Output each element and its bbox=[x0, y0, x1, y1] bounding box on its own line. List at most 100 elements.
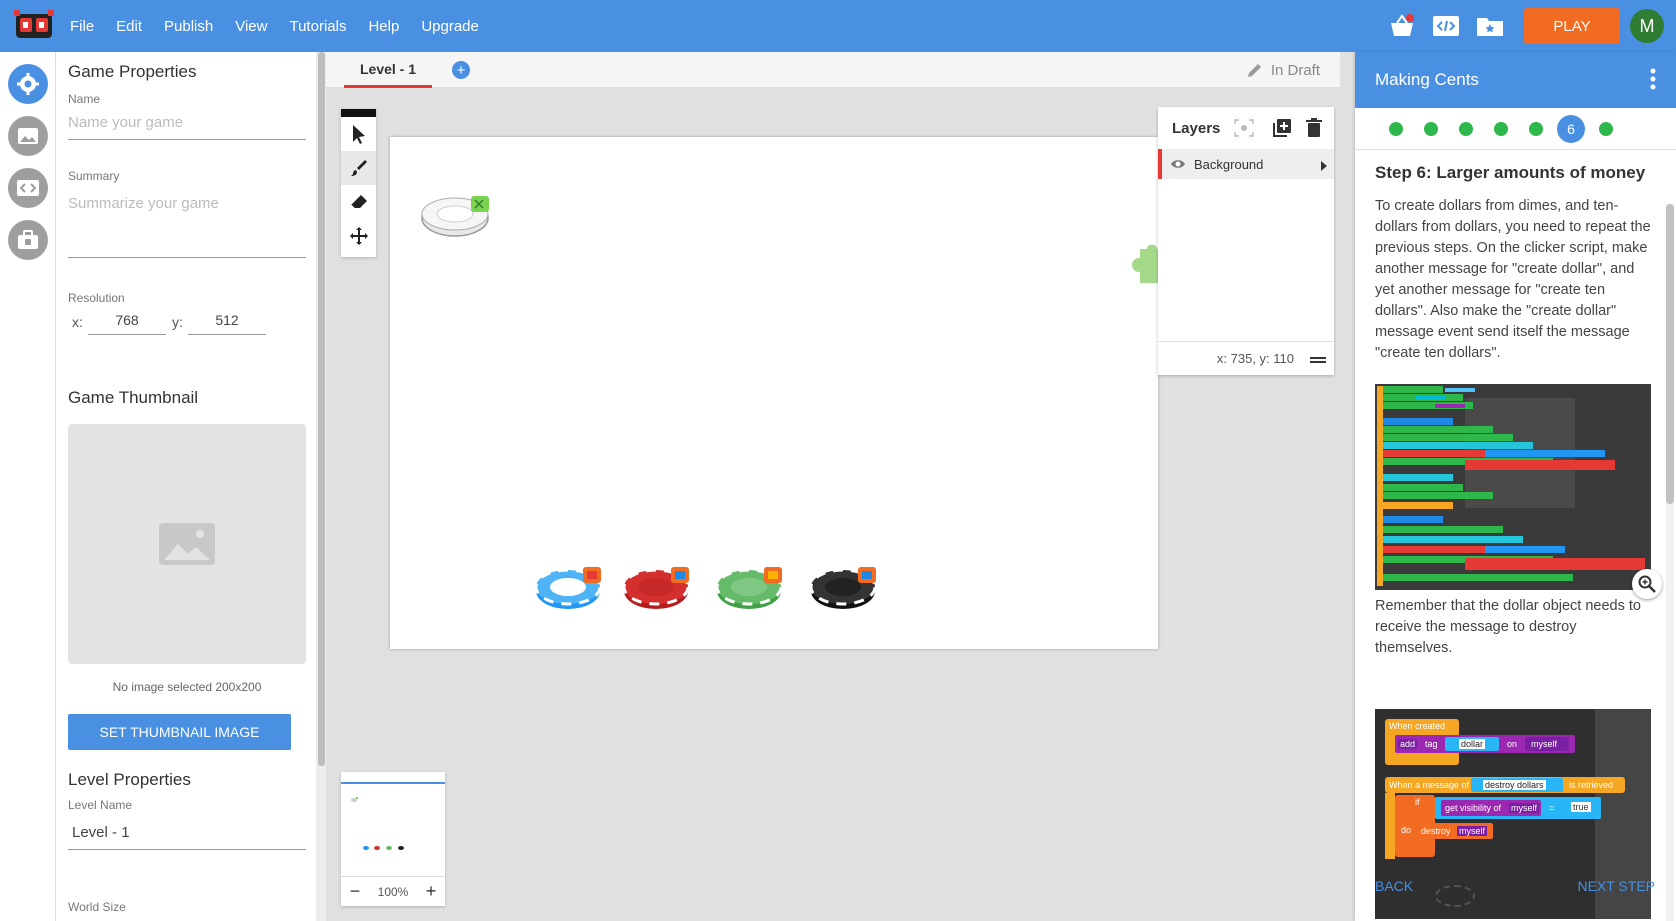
code-view-icon[interactable] bbox=[1430, 10, 1462, 42]
thumbnail-placeholder[interactable] bbox=[68, 424, 306, 664]
zoom-out-button[interactable]: − bbox=[350, 881, 361, 902]
layers-title: Layers bbox=[1172, 119, 1221, 137]
black-chip-sprite[interactable] bbox=[810, 565, 880, 611]
layers-panel: Layers Background x: 735, y: 110 bbox=[1158, 107, 1334, 375]
resolution-y-input[interactable]: 512 bbox=[188, 312, 266, 335]
code-on: on bbox=[1507, 739, 1518, 749]
code-if: if bbox=[1415, 797, 1420, 807]
shop-basket-icon[interactable] bbox=[1386, 10, 1418, 42]
step-dot-5[interactable] bbox=[1529, 121, 1543, 136]
set-thumbnail-button[interactable]: SET THUMBNAIL IMAGE bbox=[68, 714, 291, 750]
code-add: add bbox=[1398, 739, 1418, 749]
step-dot-current[interactable]: 6 bbox=[1557, 114, 1585, 143]
select-pointer-icon[interactable] bbox=[341, 117, 376, 151]
game-thumbnail-title: Game Thumbnail bbox=[68, 388, 199, 407]
white-chip-sprite[interactable] bbox=[421, 194, 493, 238]
step-dot-1[interactable] bbox=[1389, 121, 1403, 136]
step-paragraph-1: To create dollars from dimes, and ten-do… bbox=[1375, 198, 1651, 361]
step-dot-2[interactable] bbox=[1424, 121, 1438, 136]
code-myself-1: myself bbox=[1531, 739, 1558, 749]
resolution-x-input[interactable]: 768 bbox=[88, 312, 166, 335]
layer-item-background[interactable]: Background bbox=[1158, 149, 1334, 179]
level-properties-title: Level Properties bbox=[68, 770, 191, 789]
code-tag: tag bbox=[1425, 739, 1438, 749]
move-arrows-icon[interactable] bbox=[341, 219, 376, 253]
cursor-coordinates: x: 735, y: 110 bbox=[1216, 351, 1294, 366]
zoom-in-button[interactable]: + bbox=[426, 881, 437, 902]
starred-folder-icon[interactable] bbox=[1474, 10, 1506, 42]
drag-handle-icon[interactable] bbox=[1310, 353, 1326, 368]
level-name-label: Level Name bbox=[68, 798, 133, 812]
tutorial-panel: Making Cents 6 Step 6: Larger amounts of… bbox=[1355, 52, 1676, 921]
level-minimap[interactable]: − 100% + bbox=[341, 772, 445, 906]
settings-gear-icon[interactable] bbox=[8, 64, 48, 104]
eraser-icon[interactable] bbox=[341, 185, 376, 219]
notification-dot bbox=[1406, 14, 1414, 22]
play-button[interactable]: PLAY bbox=[1524, 8, 1620, 44]
user-avatar[interactable]: M bbox=[1630, 9, 1664, 43]
green-chip-sprite[interactable] bbox=[716, 565, 786, 611]
code-when-created: When created bbox=[1389, 721, 1446, 731]
magnify-icon bbox=[1638, 575, 1656, 593]
eye-visibility-icon[interactable] bbox=[1170, 158, 1186, 170]
add-level-button[interactable]: + bbox=[452, 61, 470, 79]
resolution-x-label: x: bbox=[72, 314, 83, 330]
tutorial-step-indicator: 6 bbox=[1355, 108, 1676, 150]
minimap-preview[interactable] bbox=[341, 782, 445, 858]
code-event-spine bbox=[1385, 793, 1395, 859]
draft-status[interactable]: In Draft bbox=[1245, 52, 1320, 88]
game-stage[interactable] bbox=[390, 137, 1166, 649]
top-bar: File Edit Publish View Tutorials Help Up… bbox=[0, 0, 1676, 52]
zoom-image-button[interactable] bbox=[1632, 569, 1662, 599]
code-myself-2: myself bbox=[1509, 803, 1540, 813]
menu-edit[interactable]: Edit bbox=[116, 18, 142, 35]
left-icon-rail bbox=[0, 52, 56, 921]
step-title: Step 6: Larger amounts of money bbox=[1375, 163, 1646, 182]
layer-label: Background bbox=[1194, 156, 1264, 172]
trash-icon[interactable] bbox=[1306, 118, 1322, 142]
resolution-label: Resolution bbox=[68, 291, 125, 305]
step-dot-4[interactable] bbox=[1494, 121, 1508, 136]
red-chip-sprite[interactable] bbox=[623, 565, 693, 611]
thumbnail-caption: No image selected 200x200 bbox=[112, 680, 262, 694]
code-is-retrieved: is retrieved bbox=[1569, 780, 1614, 790]
properties-scrollbar-thumb[interactable] bbox=[318, 52, 325, 766]
more-vert-icon[interactable] bbox=[1650, 68, 1656, 95]
briefcase-icon[interactable] bbox=[8, 220, 48, 260]
code-editor-icon[interactable] bbox=[8, 168, 48, 208]
image-gallery-icon[interactable] bbox=[8, 116, 48, 156]
add-layer-icon[interactable] bbox=[1272, 118, 1292, 142]
code-when-message: When a message of bbox=[1389, 780, 1470, 790]
chevron-right-icon[interactable] bbox=[1320, 159, 1328, 174]
pencil-icon bbox=[1247, 64, 1261, 77]
menu-file[interactable]: File bbox=[70, 18, 94, 35]
resolution-y-label: y: bbox=[172, 314, 183, 330]
zoom-level: 100% bbox=[377, 884, 409, 899]
code-destroy: destroy bbox=[1421, 826, 1451, 836]
next-step-button[interactable]: NEXT STEP bbox=[1577, 878, 1655, 900]
menu-view[interactable]: View bbox=[235, 18, 267, 35]
focus-layer-icon[interactable] bbox=[1234, 119, 1254, 141]
tutorial-scrollbar-thumb[interactable] bbox=[1666, 204, 1674, 504]
code-destroy-dollars: destroy dollars bbox=[1483, 780, 1546, 790]
step-paragraph-2: Remember that the dollar object needs to… bbox=[1375, 598, 1641, 656]
back-button[interactable]: BACK bbox=[1375, 878, 1413, 900]
game-summary-input[interactable]: Summarize your game bbox=[68, 195, 306, 258]
menu-upgrade[interactable]: Upgrade bbox=[421, 18, 479, 35]
tab-level-1[interactable]: Level - 1 bbox=[344, 52, 432, 88]
code-dollar: dollar bbox=[1459, 739, 1486, 749]
menu-tutorials[interactable]: Tutorials bbox=[289, 18, 346, 35]
code-screenshot-1[interactable] bbox=[1375, 384, 1651, 590]
level-name-input[interactable]: Level - 1 bbox=[68, 824, 306, 850]
blue-chip-sprite[interactable] bbox=[535, 565, 605, 611]
game-name-input[interactable]: Name your game bbox=[68, 114, 306, 140]
tutorial-nav: BACK NEXT STEP bbox=[1375, 878, 1655, 900]
image-placeholder-icon bbox=[159, 523, 215, 565]
menu-publish[interactable]: Publish bbox=[164, 18, 213, 35]
canvas-toolbox bbox=[341, 109, 376, 257]
brush-icon[interactable] bbox=[341, 151, 376, 185]
step-dot-7[interactable] bbox=[1599, 121, 1613, 136]
step-dot-3[interactable] bbox=[1459, 121, 1473, 136]
app-logo[interactable] bbox=[12, 10, 56, 42]
menu-help[interactable]: Help bbox=[368, 18, 399, 35]
